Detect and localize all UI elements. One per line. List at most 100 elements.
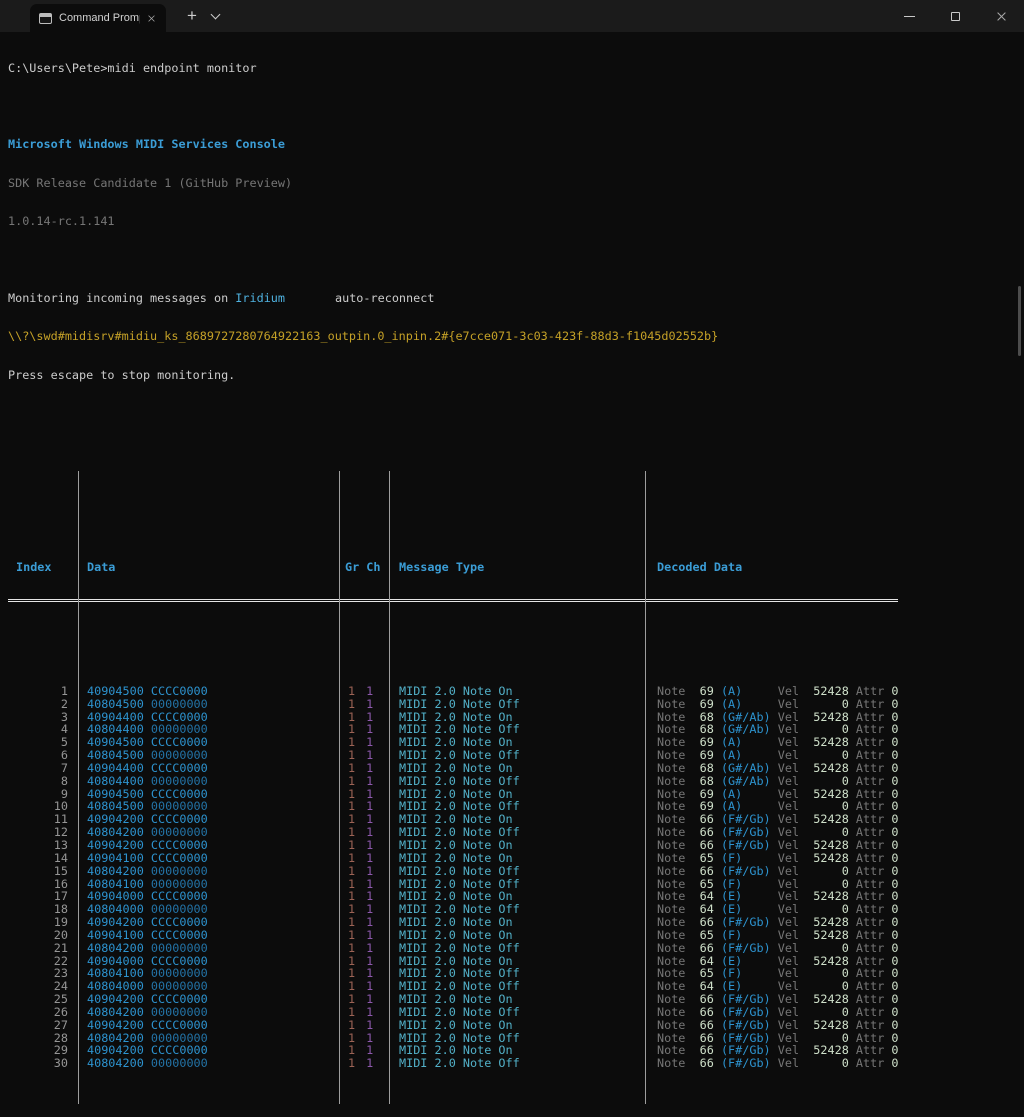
maximize-button[interactable] (932, 0, 978, 32)
row-index: 28 (8, 1032, 78, 1045)
row-index: 15 (8, 865, 78, 878)
table-header-row: Index Data Gr Ch Message Type Decoded Da… (8, 561, 1024, 574)
group-value: 1 (348, 711, 355, 724)
row-index: 29 (8, 1044, 78, 1057)
row-index: 27 (8, 1019, 78, 1032)
group-value: 1 (348, 698, 355, 711)
channel-value: 1 (366, 685, 373, 698)
channel-value: 1 (366, 942, 373, 955)
group-value: 1 (348, 967, 355, 980)
channel-value: 1 (366, 762, 373, 775)
message-type: MIDI 2.0 Note On (389, 788, 645, 801)
row-index: 18 (8, 903, 78, 916)
app-title: Microsoft Windows MIDI Services Console (8, 138, 1024, 151)
channel-value: 1 (366, 800, 373, 813)
channel-value: 1 (366, 1006, 373, 1019)
new-tab-button[interactable]: + (180, 3, 204, 29)
decoded-note-label: Note (657, 1056, 685, 1070)
tab-close-button[interactable] (144, 11, 159, 26)
message-type: MIDI 2.0 Note On (389, 685, 645, 698)
message-type: MIDI 2.0 Note On (389, 955, 645, 968)
row-index: 6 (8, 749, 78, 762)
message-type: MIDI 2.0 Note Off (389, 1032, 645, 1045)
group-value: 1 (348, 813, 355, 826)
group-value: 1 (348, 685, 355, 698)
group-value: 1 (348, 929, 355, 942)
channel-value: 1 (366, 1019, 373, 1032)
row-index: 20 (8, 929, 78, 942)
group-value: 1 (348, 878, 355, 891)
channel-value: 1 (366, 852, 373, 865)
prompt-line: C:\Users\Pete>midi endpoint monitor (8, 62, 1024, 75)
version-line: 1.0.14-rc.1.141 (8, 215, 1024, 228)
message-type: MIDI 2.0 Note On (389, 762, 645, 775)
group-value: 1 (348, 800, 355, 813)
message-type: MIDI 2.0 Note On (389, 813, 645, 826)
table-row: 30 40804200 00000000 11 MIDI 2.0 Note Of… (8, 1057, 1024, 1070)
row-index: 22 (8, 955, 78, 968)
group-value: 1 (348, 826, 355, 839)
channel-value: 1 (366, 723, 373, 736)
row-index: 7 (8, 762, 78, 775)
row-index: 30 (8, 1057, 78, 1070)
window-controls (886, 0, 1024, 32)
chevron-down-icon (210, 9, 220, 19)
row-index: 3 (8, 711, 78, 724)
channel-value: 1 (366, 980, 373, 993)
row-index: 1 (8, 685, 78, 698)
group-value: 1 (348, 762, 355, 775)
command-prompt-icon (39, 13, 52, 24)
message-type: MIDI 2.0 Note Off (389, 826, 645, 839)
monitoring-prefix: Monitoring incoming messages on (8, 291, 235, 305)
message-type: MIDI 2.0 Note On (389, 839, 645, 852)
group-value: 1 (348, 1019, 355, 1032)
row-index: 23 (8, 967, 78, 980)
message-type: MIDI 2.0 Note Off (389, 775, 645, 788)
row-index: 13 (8, 839, 78, 852)
group-value: 1 (348, 955, 355, 968)
close-button[interactable] (978, 0, 1024, 32)
row-index: 16 (8, 878, 78, 891)
column-separator (645, 471, 646, 1104)
channel-value: 1 (366, 865, 373, 878)
minimize-button[interactable] (886, 0, 932, 32)
row-index: 11 (8, 813, 78, 826)
message-type: MIDI 2.0 Note Off (389, 698, 645, 711)
message-type: MIDI 2.0 Note Off (389, 1057, 645, 1070)
message-type: MIDI 2.0 Note Off (389, 749, 645, 762)
close-icon (996, 11, 1007, 22)
channel-value: 1 (366, 878, 373, 891)
message-type: MIDI 2.0 Note Off (389, 865, 645, 878)
group-value: 1 (348, 980, 355, 993)
header-index: Index (8, 561, 78, 574)
channel-value: 1 (366, 711, 373, 724)
channel-value: 1 (366, 736, 373, 749)
endpoint-id: \\?\swd#midisrv#midiu_ks_868972728076492… (8, 330, 1024, 343)
message-type: MIDI 2.0 Note Off (389, 878, 645, 891)
channel-value: 1 (366, 967, 373, 980)
header-gr-ch: Gr Ch (339, 561, 389, 574)
message-type: MIDI 2.0 Note On (389, 929, 645, 942)
row-index: 19 (8, 916, 78, 929)
row-index: 2 (8, 698, 78, 711)
close-icon (147, 14, 155, 22)
monitor-rows: 1 40904500 CCCC0000 11 MIDI 2.0 Note On … (8, 646, 1024, 1070)
row-index: 10 (8, 800, 78, 813)
channel-value: 1 (366, 929, 373, 942)
message-type: MIDI 2.0 Note Off (389, 942, 645, 955)
group-value: 1 (348, 839, 355, 852)
channel-value: 1 (366, 1044, 373, 1057)
channel-value: 1 (366, 749, 373, 762)
row-index: 5 (8, 736, 78, 749)
header-data: Data (78, 561, 339, 574)
tab-dropdown-button[interactable] (204, 3, 226, 29)
message-type: MIDI 2.0 Note Off (389, 967, 645, 980)
group-value: 1 (348, 1032, 355, 1045)
terminal-tab[interactable]: Command Prompt - midi end (30, 4, 166, 32)
decoded-note-name: (F#/Gb) (714, 1056, 778, 1070)
scrollbar-thumb[interactable] (1018, 286, 1021, 356)
group-value: 1 (348, 993, 355, 1006)
data-word-1: 40804200 (87, 1056, 144, 1070)
group-value: 1 (348, 916, 355, 929)
group-value: 1 (348, 1057, 355, 1070)
